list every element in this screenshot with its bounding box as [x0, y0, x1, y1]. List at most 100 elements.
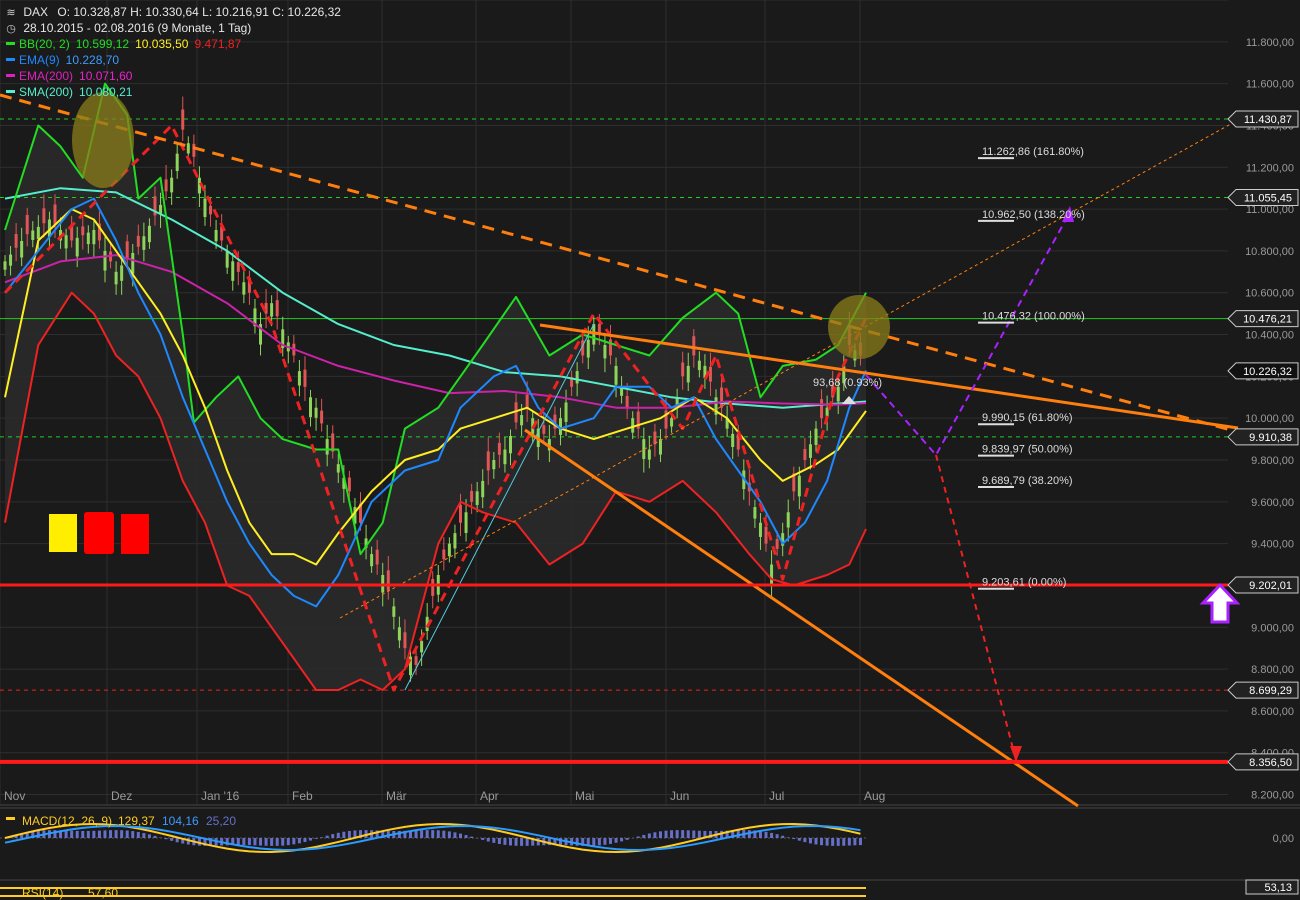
macd-hist-bar	[520, 838, 524, 846]
candle-body	[481, 480, 485, 498]
y-tick-label: 11.600,00	[1246, 79, 1294, 91]
candle-body	[647, 449, 651, 460]
macd-hist-bar	[442, 830, 446, 838]
candle-body	[797, 475, 801, 497]
macd-hist-bar	[247, 838, 251, 846]
candle-body	[236, 262, 240, 272]
candle-body	[681, 362, 685, 377]
candle-body	[770, 564, 774, 585]
macd-hist-bar	[147, 834, 151, 838]
macd-hist-bar	[325, 835, 329, 838]
x-tick-label: Jun	[670, 789, 689, 803]
y-tick-label: 8.200,00	[1251, 790, 1294, 802]
candle-body	[803, 449, 807, 460]
candle-body	[336, 464, 340, 473]
candle-body	[175, 153, 179, 172]
red-square-marker-1	[84, 512, 114, 554]
y-tick-label: 11.200,00	[1246, 162, 1294, 174]
candle-body	[564, 402, 568, 422]
x-tick-label: Dez	[111, 789, 132, 803]
macd-hist-bar	[270, 838, 274, 846]
macd-hist-bar	[592, 838, 596, 846]
legend-swatch	[6, 42, 15, 46]
price-tag-1: 11.055,45	[1244, 192, 1292, 204]
macd-hist-bar	[64, 830, 68, 838]
candle-body	[603, 345, 607, 359]
macd-hist-bar	[36, 830, 40, 838]
candle-body	[503, 449, 507, 465]
candle-body	[808, 444, 812, 458]
legend-item-ema200[interactable]: EMA(200) 10.071,60	[6, 68, 347, 84]
candle-body	[447, 543, 451, 557]
price-chart[interactable]: 11.800,0011.600,0011.400,0011.200,0011.0…	[0, 0, 1300, 900]
candle-body	[575, 371, 579, 384]
price-tag-2: 10.476,21	[1243, 314, 1292, 326]
macd-hist-bar	[164, 838, 168, 840]
candle-body	[731, 433, 735, 448]
candle-body	[114, 271, 118, 285]
candle-body	[31, 230, 35, 240]
candle-body	[753, 507, 757, 519]
macd-hist-bar	[114, 830, 118, 838]
candle-body	[125, 241, 129, 260]
legend-swatch	[6, 58, 15, 62]
date-range: 28.10.2015 - 02.08.2016 (9 Monate, 1 Tag…	[23, 21, 252, 35]
macd-hist-bar	[486, 838, 490, 842]
candle-body	[375, 549, 379, 565]
macd-hist-bar	[658, 831, 662, 838]
candle-body	[420, 640, 424, 653]
candle-body	[392, 606, 396, 617]
macd-hist-bar	[636, 836, 640, 838]
candle-body	[786, 512, 790, 528]
macd-hist-bar	[797, 838, 801, 841]
y-tick-label: 10.000,00	[1245, 413, 1294, 425]
symbol-name: DAX	[23, 5, 49, 19]
y-tick-label: 9.400,00	[1251, 539, 1294, 551]
candle-body	[81, 226, 85, 236]
candle-body	[36, 226, 40, 239]
macd-hist-bar	[808, 838, 812, 844]
candle-body	[475, 491, 479, 505]
macd-hist-bar	[642, 834, 646, 838]
candle-body	[225, 250, 229, 268]
y-tick-label: 9.000,00	[1251, 622, 1294, 634]
candle-body	[625, 396, 629, 408]
highlight-circle-dec	[72, 92, 134, 188]
candle-body	[414, 656, 418, 665]
legend-item-ema9[interactable]: EMA(9) 10.228,70	[6, 52, 347, 68]
y-tick-label: 10.800,00	[1245, 246, 1294, 258]
candle-body	[86, 232, 90, 245]
candle-body	[525, 394, 529, 408]
change-annotation: 93,68 (0.93%)	[813, 377, 882, 389]
legend-item-sma200[interactable]: SMA(200) 10.080,21	[6, 84, 347, 100]
macd-hist-bar	[497, 838, 501, 844]
macd-hist-bar	[131, 831, 135, 838]
candle-body	[697, 360, 701, 371]
macd-hist-bar	[625, 838, 629, 840]
macd-hist-bar	[681, 830, 685, 838]
price-tag-5: 9.202,01	[1249, 580, 1292, 592]
macd-hist-bar	[697, 830, 701, 838]
macd-hist-bar	[420, 830, 424, 838]
y-tick-label: 8.600,00	[1251, 706, 1294, 718]
candle-body	[131, 253, 135, 274]
candle-body	[442, 549, 446, 560]
macd-hist-bar	[786, 837, 790, 838]
yellow-square-marker	[49, 514, 77, 552]
candle-body	[120, 265, 124, 281]
macd-hist-bar	[303, 838, 307, 843]
macd-hist-bar	[281, 838, 285, 846]
candle-body	[309, 397, 313, 418]
candle-body	[303, 369, 307, 387]
candle-body	[608, 339, 612, 356]
macd-hist-bar	[492, 838, 496, 843]
macd-value-2: 104,16	[162, 814, 199, 828]
macd-hist-bar	[153, 835, 157, 838]
macd-hist-bar	[242, 838, 246, 846]
legend-item-bb[interactable]: BB(20, 2) 10.599,12 10.035,50 9.471,87	[6, 36, 347, 52]
candle-body	[386, 570, 390, 591]
macd-hist-bar	[853, 838, 857, 846]
y-tick-label: 10.600,00	[1245, 288, 1294, 300]
legend-swatch	[6, 74, 15, 78]
candle-body	[692, 336, 696, 356]
